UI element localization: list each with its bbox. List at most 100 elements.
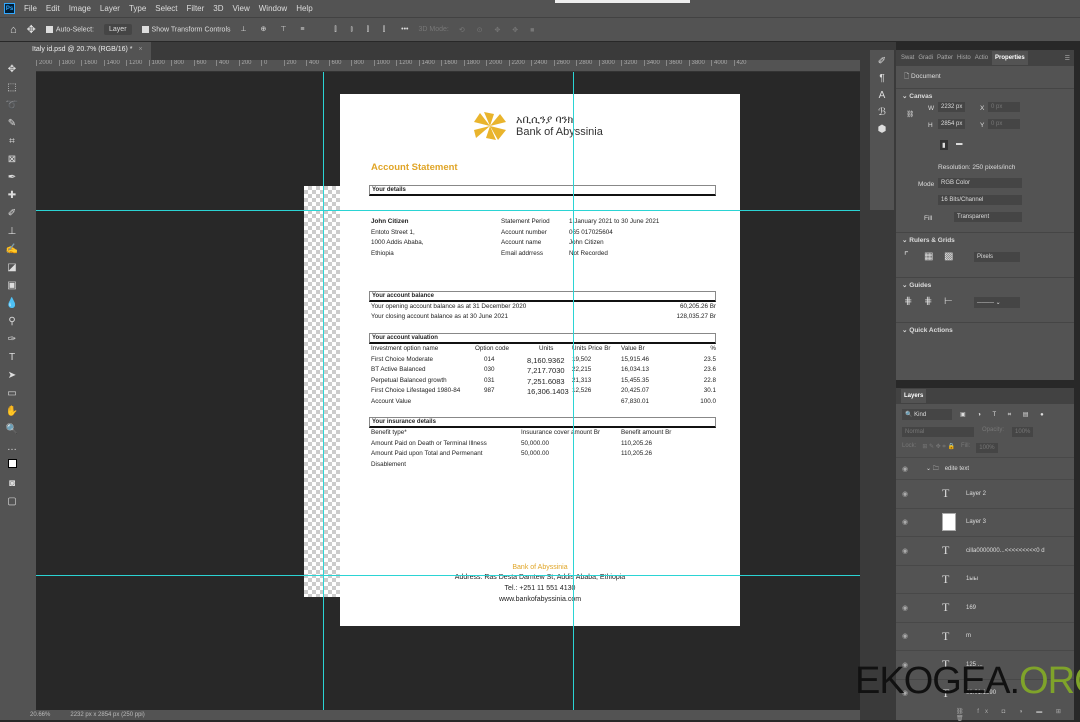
grid-toggle-icon[interactable]: ▦ — [924, 251, 933, 262]
zoom-tool-icon[interactable]: 🔍 — [3, 422, 21, 437]
more-tools-icon[interactable]: … — [3, 440, 21, 455]
tab-properties[interactable]: Properties — [992, 51, 1028, 65]
tab-swatches[interactable]: Swat — [901, 55, 914, 61]
document-canvas[interactable]: አቢሲንያ ባንክ Bank of Abyssinia Account State… — [340, 94, 740, 626]
dodge-tool-icon[interactable]: ⚲ — [3, 314, 21, 329]
menu-image[interactable]: Image — [69, 4, 91, 13]
zoom-level[interactable]: 20.66% — [30, 712, 50, 718]
width-input[interactable]: 2232 px — [938, 102, 966, 112]
layer-row[interactable]: ◉ ⌄ 🗀 edite text — [896, 457, 1074, 479]
fill-dropdown[interactable]: Transparent — [954, 212, 1022, 222]
lock-icons[interactable]: ⊞ ✎ ✥ ⌗ 🔒 — [922, 443, 955, 453]
menu-3d[interactable]: 3D — [213, 4, 223, 13]
lock-guides-icon[interactable]: ⋕ — [924, 296, 932, 307]
visibility-eye-icon[interactable]: ◉ — [902, 465, 912, 473]
x-input[interactable]: 0 px — [988, 102, 1020, 112]
screen-mode-icon[interactable]: ▢ — [3, 494, 21, 509]
layer-row[interactable]: ◉ Tm — [896, 621, 1074, 651]
layer-row[interactable]: ◉ T Layer 2 — [896, 479, 1074, 508]
lasso-tool-icon[interactable]: ➰ — [3, 98, 21, 113]
menu-type[interactable]: Type — [129, 4, 146, 13]
opacity-input[interactable]: 100% — [1012, 427, 1034, 437]
visibility-eye-icon[interactable]: ◉ — [902, 490, 912, 498]
layer-row[interactable]: T 1ыы — [896, 564, 1074, 594]
menu-layer[interactable]: Layer — [100, 4, 120, 13]
blend-mode-dropdown[interactable]: Normal — [902, 427, 974, 437]
color-swatches-icon[interactable] — [3, 458, 21, 473]
visibility-eye-icon[interactable]: ◉ — [902, 632, 912, 640]
frame-tool-icon[interactable]: ⊠ — [3, 152, 21, 167]
move-tool-icon[interactable]: ✥ — [27, 23, 36, 36]
menu-edit[interactable]: Edit — [46, 4, 60, 13]
bit-depth-dropdown[interactable]: 16 Bits/Channel — [938, 195, 1022, 205]
layer-select-dropdown[interactable]: Layer — [104, 24, 132, 35]
glyphs-icon[interactable]: ℬ — [878, 107, 886, 118]
y-input[interactable]: 0 px — [988, 119, 1020, 129]
3d-icon[interactable]: ⬢ — [878, 124, 887, 135]
tab-history[interactable]: Histo — [957, 55, 971, 61]
hand-tool-icon[interactable]: ✋ — [3, 404, 21, 419]
eyedropper-tool-icon[interactable]: ✒ — [3, 170, 21, 185]
guide-horizontal[interactable] — [36, 575, 860, 576]
visibility-eye-icon[interactable]: ◉ — [902, 518, 912, 526]
visibility-eye-icon[interactable]: ◉ — [902, 604, 912, 612]
home-icon[interactable]: ⌂ — [10, 24, 17, 36]
tab-gradients[interactable]: Gradi — [918, 55, 933, 61]
healing-tool-icon[interactable]: ✚ — [3, 188, 21, 203]
tab-actions[interactable]: Actio — [975, 55, 988, 61]
eraser-tool-icon[interactable]: ◪ — [3, 260, 21, 275]
quick-select-tool-icon[interactable]: ✎ — [3, 116, 21, 131]
visibility-eye-icon[interactable]: ◉ — [902, 547, 912, 555]
guide-style-dropdown[interactable]: ──── ⌄ — [974, 297, 1020, 308]
menu-select[interactable]: Select — [155, 4, 177, 13]
type-tool-icon[interactable]: T — [3, 350, 21, 365]
ruler-toggle-icon[interactable]: ⌜ — [904, 251, 909, 262]
guide-vertical[interactable] — [573, 72, 574, 710]
document-tab[interactable]: Italy id.psd @ 20.7% (RGB/16) * × — [24, 42, 151, 60]
layer-row[interactable]: ◉ Layer 3 — [896, 507, 1074, 537]
layer-kind-filter[interactable]: 🔍 Kind — [902, 409, 952, 420]
menu-filter[interactable]: Filter — [187, 4, 205, 13]
more-options-button[interactable]: ••• — [401, 26, 408, 33]
layer-row[interactable]: ◉ Tcillа0000000...<<<<<<<<<0 d — [896, 536, 1074, 565]
path-select-tool-icon[interactable]: ➤ — [3, 368, 21, 383]
canvas-section[interactable]: ⌄ Canvas — [896, 88, 1074, 102]
move-tool-icon[interactable]: ✥ — [3, 62, 21, 77]
fill-input[interactable]: 100% — [976, 443, 998, 453]
smart-guides-icon[interactable]: ⊢ — [944, 296, 953, 307]
history-brush-icon[interactable]: ✍ — [3, 242, 21, 257]
layer-filter-icons[interactable]: ▣ ◑ T ⌗ ▤ ● — [960, 411, 1049, 419]
stamp-tool-icon[interactable]: ⊥ — [3, 224, 21, 239]
link-icon[interactable]: ⛓ — [906, 110, 914, 118]
panel-menu-icon[interactable]: ☰ — [1065, 55, 1070, 62]
height-input[interactable]: 2854 px — [938, 119, 966, 129]
color-mode-dropdown[interactable]: RGB Color — [938, 178, 1022, 188]
quick-mask-icon[interactable]: ◙ — [3, 476, 21, 491]
menu-file[interactable]: File — [24, 4, 37, 13]
close-tab-icon[interactable]: × — [138, 46, 142, 53]
marquee-tool-icon[interactable]: ⬚ — [3, 80, 21, 95]
menu-window[interactable]: Window — [259, 4, 287, 13]
menu-help[interactable]: Help — [296, 4, 312, 13]
guides-section[interactable]: ⌄ Guides — [896, 277, 1074, 292]
units-dropdown[interactable]: Pixels — [974, 252, 1020, 262]
pixel-grid-icon[interactable]: ▩ — [944, 251, 953, 262]
tab-layers[interactable]: Layers — [901, 389, 927, 403]
pen-tool-icon[interactable]: ✑ — [3, 332, 21, 347]
layer-row[interactable]: ◉ T 169 — [896, 593, 1074, 622]
align-icons[interactable]: ⊥ ⊕ ⊤ ≡ ⫿ ⫾ ⫿ ⫿ — [241, 25, 392, 34]
guide-horizontal[interactable] — [36, 210, 860, 211]
quick-actions-section[interactable]: ⌄ Quick Actions — [896, 322, 1074, 337]
crop-tool-icon[interactable]: ⌗ — [3, 134, 21, 149]
character-icon[interactable]: A — [879, 90, 886, 101]
guides-toggle-icon[interactable]: ⋕ — [904, 296, 912, 307]
brush-tool-icon[interactable]: ✐ — [3, 206, 21, 221]
portrait-orientation-icon[interactable]: ▮ — [940, 140, 948, 150]
brush-settings-icon[interactable]: ✐ — [878, 56, 886, 67]
tab-patterns[interactable]: Patter — [937, 55, 953, 61]
gradient-tool-icon[interactable]: ▣ — [3, 278, 21, 293]
guide-vertical[interactable] — [323, 72, 324, 710]
landscape-orientation-icon[interactable]: ▬ — [956, 140, 963, 147]
search-field[interactable] — [555, 0, 690, 3]
menu-view[interactable]: View — [233, 4, 250, 13]
